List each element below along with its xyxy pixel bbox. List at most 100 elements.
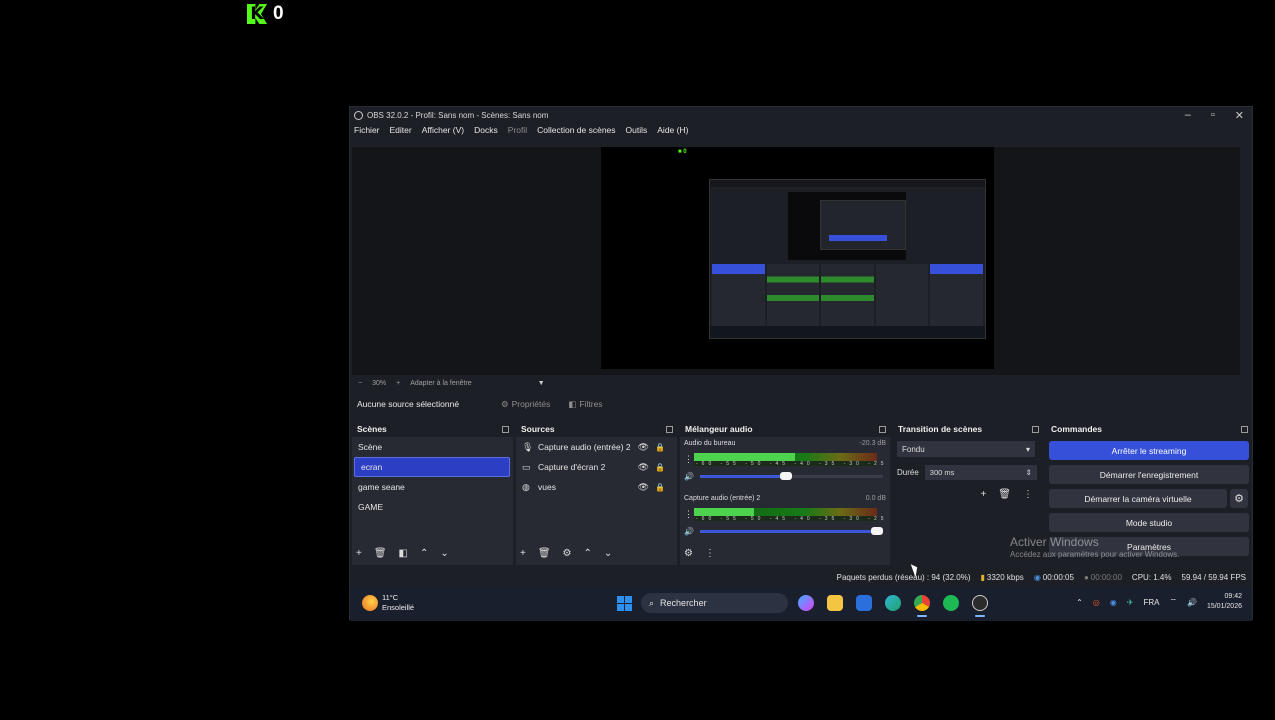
microphone-icon: 🎙 [522,441,534,452]
start-button[interactable] [617,596,632,611]
scene-item[interactable]: game seane [352,477,513,497]
tray-app-icon[interactable]: ✈ [1127,598,1134,607]
lock-icon[interactable]: 🔒 [655,443,665,452]
menu-view[interactable]: Afficher (V) [422,125,464,139]
channel-name: Audio du bureau [684,440,736,447]
preview-area[interactable]: ■ 0 [352,147,1240,375]
move-down-icon[interactable]: ⌄ [604,548,612,559]
move-up-icon[interactable]: ⌃ [420,548,428,559]
edge-icon[interactable] [883,593,903,613]
preview-canvas[interactable]: ■ 0 [601,147,994,369]
zoom-in-button[interactable]: + [396,380,400,387]
delete-scene-icon[interactable]: 🗑 [374,548,387,559]
duration-spinbox[interactable]: 300 ms ⇕ [924,465,1037,480]
speaker-icon[interactable]: 🔊 [684,527,694,536]
start-recording-button[interactable]: Démarrer l'enregistrement [1049,465,1249,484]
dock-undock-icon[interactable] [502,425,509,433]
spotify-icon[interactable] [941,593,961,613]
speaker-icon[interactable]: 🔊 [1187,598,1197,607]
channel-menu-icon[interactable]: ⋮ [684,510,693,519]
lock-icon[interactable]: 🔒 [655,463,665,472]
source-item[interactable]: 🎙 Capture audio (entrée) 2 👁 🔒 [516,437,677,457]
chrome-icon[interactable] [912,593,932,617]
chevron-down-icon[interactable]: ▼ [538,380,545,387]
visibility-eye-icon[interactable]: 👁 [638,442,649,453]
activate-windows-watermark: Activer Windows Accédez aux paramètres p… [1010,535,1180,559]
scene-item[interactable]: GAME [352,497,513,517]
menu-tools[interactable]: Outils [626,125,648,139]
window-titlebar: OBS 32.0.2 - Profil: Sans nom - Scènes: … [350,107,1252,123]
menu-help[interactable]: Aide (H) [657,125,688,139]
source-item[interactable]: ▭ Capture d'écran 2 👁 🔒 [516,457,677,477]
filters-button[interactable]: ◧ Filtres [568,399,602,410]
source-properties-icon[interactable]: ⚙ [563,548,572,559]
browser-icon: ◍ [522,481,530,492]
transition-select[interactable]: Fondu ▾ [897,441,1035,457]
add-scene-icon[interactable]: + [356,548,362,559]
speaker-icon[interactable]: 🔊 [684,472,694,481]
dock-undock-icon[interactable] [1241,425,1248,433]
fit-to-window-button[interactable]: Adapter à la fenêtre [410,380,472,387]
scene-filters-icon[interactable]: ◧ [399,548,408,559]
delete-source-icon[interactable]: 🗑 [538,548,551,559]
sources-dock: Sources 🎙 Capture audio (entrée) 2 👁 🔒 ▭… [516,421,677,565]
menu-docks[interactable]: Docks [474,125,498,139]
file-explorer-icon[interactable] [825,593,845,613]
zoom-out-button[interactable]: − [358,380,362,387]
scene-item[interactable]: Scène [352,437,513,457]
dock-undock-icon[interactable] [879,425,886,433]
lock-icon[interactable]: 🔒 [655,483,665,492]
close-button[interactable]: ✕ [1235,109,1244,122]
mixer-channel: Audio du bureau -20.3 dB ⋮ -60 -55 -50 -4… [680,440,987,492]
monitor-icon: ▭ [522,461,531,472]
channel-db: -20.3 dB [859,440,886,447]
transitions-title: Transition de scènes [898,424,983,434]
temperature: 11°C [382,593,399,602]
mixer-menu-icon[interactable]: ⋮ [705,548,715,559]
mixer-channel: Capture audio (entrée) 2 0.0 dB ⋮ -60 -55… [680,495,987,547]
language-indicator[interactable]: FRA [1143,598,1159,607]
chevron-down-icon: ▾ [1025,444,1030,454]
volume-slider[interactable] [699,472,883,480]
store-icon[interactable] [854,593,874,613]
maximize-button[interactable]: ▫ [1211,109,1215,121]
dock-undock-icon[interactable] [1032,425,1039,433]
scenes-title: Scènes [357,424,387,434]
visibility-eye-icon[interactable]: 👁 [638,462,649,473]
tray-app-icon[interactable]: ◉ [1110,598,1117,607]
stop-streaming-button[interactable]: Arrêter le streaming [1049,441,1249,460]
source-item[interactable]: ◍ vues 👁 🔒 [516,477,677,497]
wifi-icon[interactable]: ⌔ [1169,597,1177,607]
channel-menu-icon[interactable]: ⋮ [684,455,693,464]
add-transition-icon[interactable]: + [980,489,986,500]
menu-edit[interactable]: Editer [390,125,412,139]
menu-file[interactable]: Fichier [354,125,380,139]
transition-menu-icon[interactable]: ⋮ [1023,489,1033,500]
volume-slider[interactable] [699,527,884,535]
virtual-camera-settings-button[interactable]: ⚙ [1230,489,1248,508]
advanced-audio-icon[interactable]: ⚙ [684,548,693,559]
obs-icon[interactable] [970,593,990,617]
gear-icon: ⚙ [501,398,509,409]
copilot-icon[interactable] [796,593,816,613]
studio-mode-button[interactable]: Mode studio [1049,513,1249,532]
stream-time-status: ◉ 00:00:05 [1033,572,1074,582]
minimize-button[interactable]: – [1185,109,1191,121]
properties-button[interactable]: ⚙ Propriétés [501,399,550,410]
clock[interactable]: 09:42 15/01/2026 [1207,592,1242,612]
weather-widget[interactable]: 11°C Ensoleillé [362,593,414,613]
spin-arrows-icon[interactable]: ⇕ [1026,468,1032,477]
delete-transition-icon[interactable]: 🗑 [998,489,1011,500]
taskbar-search[interactable]: ⌕ Rechercher [641,593,788,613]
tray-app-icon[interactable]: ◎ [1093,598,1100,607]
chevron-up-icon[interactable]: ⌃ [1076,598,1083,607]
dock-undock-icon[interactable] [666,425,673,433]
visibility-eye-icon[interactable]: 👁 [638,482,649,493]
scene-item-selected[interactable]: ecran [354,457,510,477]
start-virtual-camera-button[interactable]: Démarrer la caméra virtuelle [1049,489,1227,508]
menu-scene-collection[interactable]: Collection de scènes [537,125,615,139]
menu-profile[interactable]: Profil [508,125,527,139]
move-up-icon[interactable]: ⌃ [584,548,592,559]
move-down-icon[interactable]: ⌄ [440,548,448,559]
add-source-icon[interactable]: + [520,548,526,559]
